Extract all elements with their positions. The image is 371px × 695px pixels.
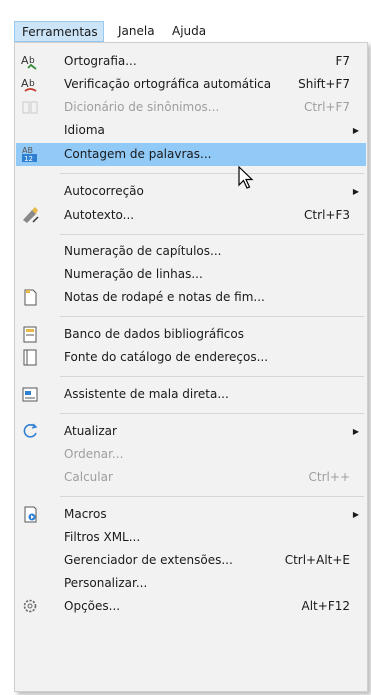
menu-item-assistente-mala-direta[interactable]: Assistente de mala direta...	[16, 383, 366, 406]
menu-item-contagem-palavras[interactable]: AB 12 Contagem de palavras...	[16, 143, 366, 166]
submenu-arrow-icon: ▶	[352, 187, 359, 196]
menu-item-filtros-xml[interactable]: Filtros XML...	[16, 526, 366, 549]
menu-item-notas-rodape[interactable]: Notas de rodapé e notas de fim...	[16, 286, 366, 309]
svg-text:b: b	[29, 79, 35, 89]
menu-item-autocorrecao[interactable]: Autocorreção ▶	[16, 180, 366, 203]
menu-item-ordenar: Ordenar...	[64, 447, 124, 461]
submenu-arrow-icon: ▶	[352, 427, 359, 436]
mail-merge-icon	[20, 384, 40, 404]
menu-item-ortografia[interactable]: Ab Ortografia... F7	[16, 50, 366, 73]
menu-item-calcular: Calcular Ctrl++	[64, 470, 350, 484]
address-book-icon	[20, 347, 40, 367]
svg-text:A: A	[21, 54, 29, 67]
spelling-icon: Ab	[20, 51, 40, 71]
menubar-janela[interactable]: Janela	[114, 21, 166, 42]
menubar: Ferramentas Janela Ajuda	[0, 0, 371, 42]
svg-text:AB: AB	[22, 146, 33, 155]
menu-separator	[60, 376, 364, 377]
mouse-cursor-icon	[238, 166, 254, 189]
gear-icon	[20, 596, 40, 616]
menu-item-banco-dados-bibliograficos[interactable]: Banco de dados bibliográficos	[16, 323, 366, 346]
menu-item-numeracao-linhas[interactable]: Numeração de linhas...	[16, 263, 366, 286]
menu-item-gerenciador-extensoes[interactable]: Gerenciador de extensões... Ctrl+Alt+E	[16, 549, 366, 572]
menu-item-personalizar[interactable]: Personalizar...	[16, 572, 366, 595]
tools-dropdown-menu: Ab Ortografia... F7 Ab Verificação ortog…	[14, 42, 368, 692]
auto-spellcheck-icon: Ab	[20, 74, 40, 94]
menu-item-macros[interactable]: Macros ▶	[16, 503, 366, 526]
menu-item-atualizar[interactable]: Atualizar ▶	[16, 420, 366, 443]
svg-text:12: 12	[24, 155, 33, 163]
submenu-arrow-icon: ▶	[352, 510, 359, 519]
update-icon	[20, 421, 40, 441]
menubar-ferramentas[interactable]: Ferramentas	[14, 21, 104, 42]
menu-item-verificacao-automatica[interactable]: Ab Verificação ortográfica automática Sh…	[16, 73, 366, 96]
menubar-ajuda[interactable]: Ajuda	[168, 21, 220, 42]
submenu-arrow-icon: ▶	[352, 126, 359, 135]
menu-item-numeracao-capitulos[interactable]: Numeração de capítulos...	[16, 240, 366, 263]
word-count-icon: AB 12	[20, 144, 40, 164]
menu-separator	[60, 496, 364, 497]
menu-separator	[60, 413, 364, 414]
autotext-icon	[20, 205, 40, 225]
menu-item-opcoes[interactable]: Opções... Alt+F12	[16, 595, 366, 618]
macro-icon	[20, 504, 40, 524]
menu-item-dicionario-sinonimos: Dicionário de sinônimos... Ctrl+F7	[16, 96, 366, 119]
menu-separator	[60, 316, 364, 317]
svg-text:A: A	[21, 77, 29, 90]
svg-text:b: b	[29, 56, 35, 66]
bibliography-icon	[20, 324, 40, 344]
menu-item-fonte-catalogo-enderecos[interactable]: Fonte do catálogo de endereços...	[16, 346, 366, 369]
menu-item-idioma[interactable]: Idioma ▶	[16, 119, 366, 142]
menu-separator	[60, 234, 364, 235]
footnote-icon	[20, 287, 40, 307]
menu-item-autotexto[interactable]: Autotexto... Ctrl+F3	[16, 204, 366, 227]
menu-separator	[60, 173, 364, 174]
thesaurus-icon	[20, 97, 40, 117]
